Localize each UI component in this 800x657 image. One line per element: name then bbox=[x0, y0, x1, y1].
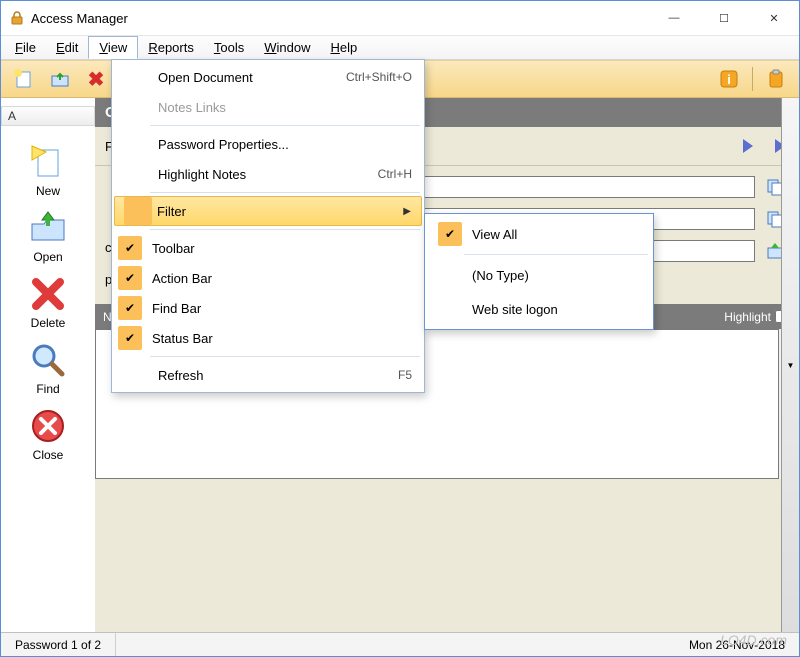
close-circle-icon bbox=[28, 406, 68, 446]
sidebar-open[interactable]: Open bbox=[28, 208, 68, 264]
check-icon: ✔ bbox=[118, 326, 142, 350]
menu-filter[interactable]: Filter ▶ bbox=[114, 196, 422, 226]
view-menu-dropdown: Open Document Ctrl+Shift+O Notes Links P… bbox=[111, 59, 425, 393]
chevron-down-icon[interactable]: ▼ bbox=[781, 98, 799, 632]
menu-tools[interactable]: Tools bbox=[204, 37, 254, 58]
play-icon[interactable] bbox=[743, 139, 753, 153]
menu-toggle-status-bar[interactable]: ✔ Status Bar bbox=[114, 323, 422, 353]
menu-reports[interactable]: Reports bbox=[138, 37, 204, 58]
menu-highlight-notes[interactable]: Highlight Notes Ctrl+H bbox=[114, 159, 422, 189]
menu-help[interactable]: Help bbox=[320, 37, 367, 58]
sidebar-label: Close bbox=[33, 448, 64, 462]
new-document-icon bbox=[28, 142, 68, 182]
sidebar-delete[interactable]: Delete bbox=[28, 274, 68, 330]
menu-refresh[interactable]: Refresh F5 bbox=[114, 360, 422, 390]
app-lock-icon bbox=[9, 10, 25, 26]
submenu-no-type[interactable]: (No Type) bbox=[428, 258, 650, 292]
sidebar-label: Delete bbox=[31, 316, 66, 330]
status-date: Mon 26-Nov-2018 bbox=[675, 633, 799, 656]
sidebar-label: Open bbox=[33, 250, 62, 264]
window-title: Access Manager bbox=[31, 11, 128, 26]
maximize-button[interactable]: ☐ bbox=[699, 1, 749, 35]
menu-password-properties[interactable]: Password Properties... bbox=[114, 129, 422, 159]
menu-toggle-find-bar[interactable]: ✔ Find Bar bbox=[114, 293, 422, 323]
open-folder-icon bbox=[28, 208, 68, 248]
sidebar-label: New bbox=[36, 184, 60, 198]
magnifier-icon bbox=[28, 340, 68, 380]
toolbar-new-button[interactable] bbox=[7, 64, 41, 94]
sidebar-find[interactable]: Find bbox=[28, 340, 68, 396]
window-controls: — ☐ ✕ bbox=[649, 1, 799, 35]
check-icon: ✔ bbox=[118, 296, 142, 320]
status-bar: Password 1 of 2 Mon 26-Nov-2018 bbox=[1, 632, 799, 656]
close-button[interactable]: ✕ bbox=[749, 1, 799, 35]
menubar: File Edit View Reports Tools Window Help bbox=[1, 35, 799, 60]
toolbar-clipboard-button[interactable] bbox=[759, 64, 793, 94]
toolbar-open-button[interactable] bbox=[43, 64, 77, 94]
submenu-view-all[interactable]: ✔ View All bbox=[428, 217, 650, 251]
toolbar-delete-button[interactable] bbox=[79, 64, 113, 94]
app-window: Access Manager — ☐ ✕ File Edit View Repo… bbox=[0, 0, 800, 657]
menu-open-document[interactable]: Open Document Ctrl+Shift+O bbox=[114, 62, 422, 92]
svg-text:i: i bbox=[727, 72, 731, 87]
sidebar-label: Find bbox=[36, 382, 59, 396]
delete-x-icon bbox=[28, 274, 68, 314]
menu-edit[interactable]: Edit bbox=[46, 37, 88, 58]
check-icon: ✔ bbox=[118, 266, 142, 290]
check-icon: ✔ bbox=[118, 236, 142, 260]
sidebar-close[interactable]: Close bbox=[28, 406, 68, 462]
filter-submenu: ✔ View All (No Type) Web site logon bbox=[424, 213, 654, 330]
menu-toggle-toolbar[interactable]: ✔ Toolbar bbox=[114, 233, 422, 263]
menu-file[interactable]: File bbox=[5, 37, 46, 58]
titlebar: Access Manager — ☐ ✕ bbox=[1, 1, 799, 35]
menu-view[interactable]: View bbox=[88, 36, 138, 59]
highlight-label: Highlight bbox=[724, 310, 771, 324]
menu-window[interactable]: Window bbox=[254, 37, 320, 58]
submenu-web-site-logon[interactable]: Web site logon bbox=[428, 292, 650, 326]
check-icon: ✔ bbox=[438, 222, 462, 246]
minimize-button[interactable]: — bbox=[649, 1, 699, 35]
sidebar-new[interactable]: New bbox=[28, 142, 68, 198]
toolbar-info-button[interactable]: i bbox=[712, 64, 746, 94]
list-column-header[interactable]: A bbox=[1, 106, 95, 126]
action-sidebar: A New Open Delete bbox=[1, 98, 95, 632]
menu-toggle-action-bar[interactable]: ✔ Action Bar bbox=[114, 263, 422, 293]
menu-notes-links: Notes Links bbox=[114, 92, 422, 122]
status-left: Password 1 of 2 bbox=[1, 633, 116, 656]
